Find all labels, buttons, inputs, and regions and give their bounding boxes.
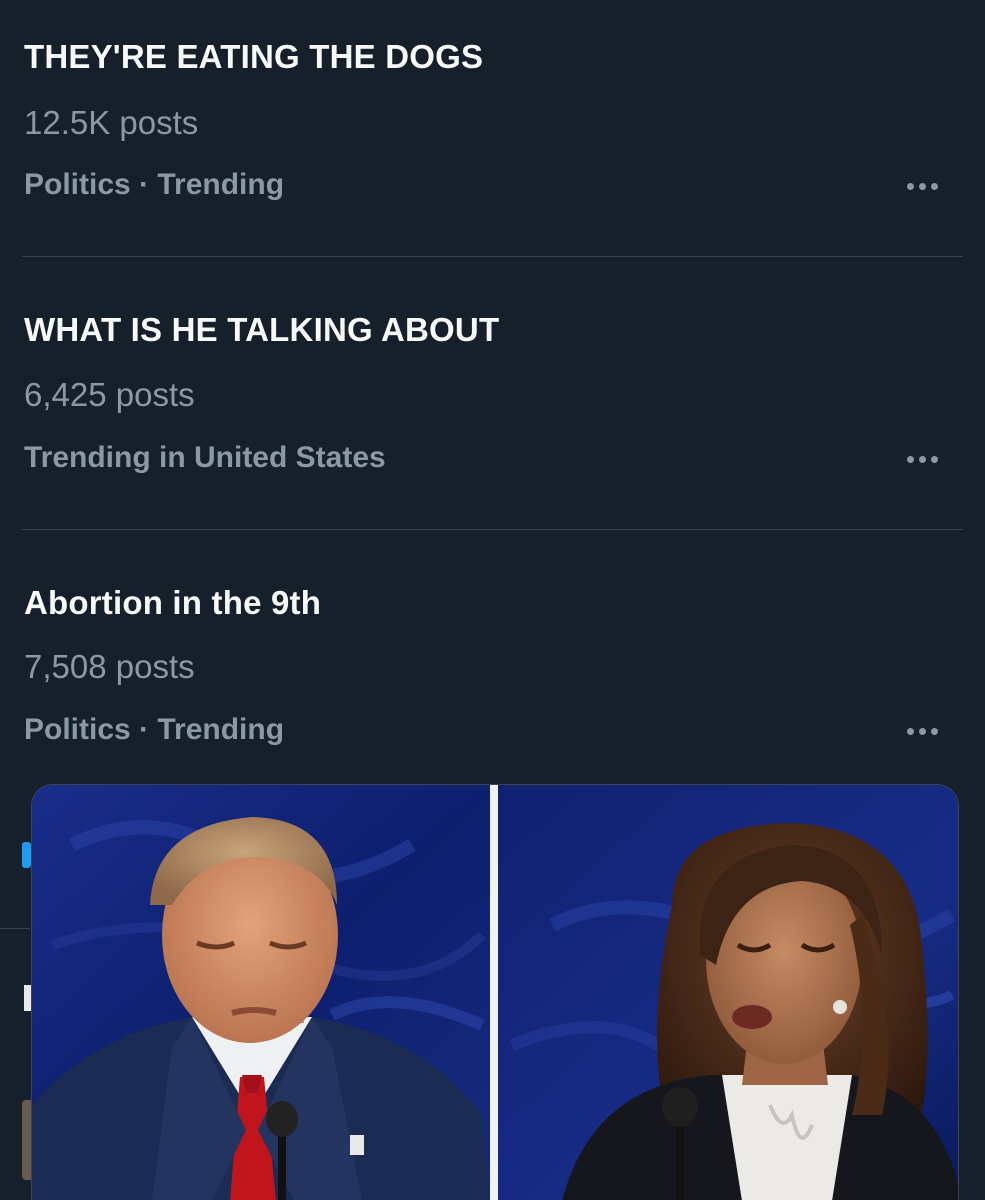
trend-post-count: 6,425 posts (24, 376, 195, 413)
avatar (22, 1100, 31, 1180)
divider (0, 928, 30, 929)
trend-category: Trending in United States (24, 441, 386, 474)
trend-title: WHAT IS HE TALKING ABOUT (24, 311, 500, 348)
more-options-icon[interactable] (898, 716, 946, 746)
more-options-icon[interactable] (898, 444, 946, 474)
right-panel-photo (498, 785, 958, 1200)
trend-item[interactable]: THEY'RE EATING THE DOGS 12.5K posts Poli… (0, 0, 985, 256)
trend-item[interactable]: Abortion in the 9th 7,508 posts Politics… (0, 530, 985, 780)
split-photo (32, 785, 958, 1200)
media-preview-popup[interactable] (31, 784, 959, 1200)
trend-category: Politics · Trending (24, 713, 285, 746)
trend-item[interactable]: WHAT IS HE TALKING ABOUT 6,425 posts Tre… (0, 257, 985, 529)
trend-post-count: 7,508 posts (24, 648, 195, 685)
hidden-text-fragment (24, 985, 31, 1011)
trend-title: Abortion in the 9th (24, 584, 322, 621)
trend-title: THEY'RE EATING THE DOGS (24, 38, 484, 75)
trend-post-count: 12.5K posts (24, 104, 199, 141)
hidden-link-fragment (22, 842, 31, 868)
trend-category: Politics · Trending (24, 168, 285, 201)
more-options-icon[interactable] (898, 171, 946, 201)
left-panel-photo (32, 785, 490, 1200)
